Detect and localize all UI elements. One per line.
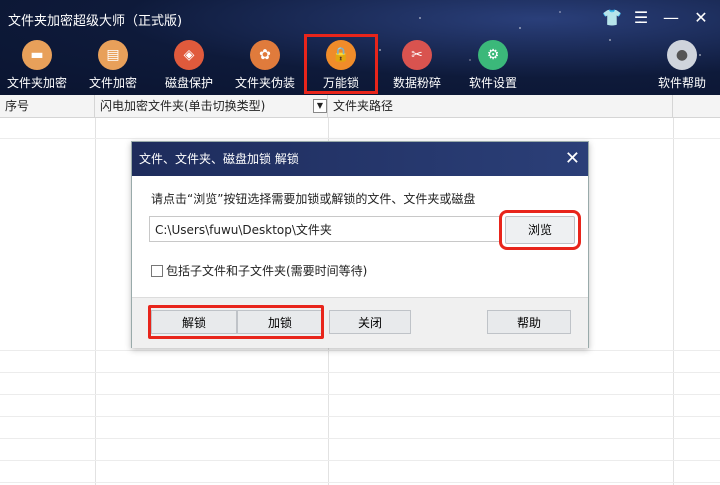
grid-divider — [673, 118, 674, 485]
unlock-button[interactable]: 解锁 — [151, 310, 237, 334]
folder-icon: ▬ — [22, 40, 52, 70]
scissors-icon: ✂ — [402, 40, 432, 70]
toolbar-settings[interactable]: ⚙ 软件设置 — [458, 40, 528, 91]
close-icon[interactable]: ✕ — [692, 8, 710, 27]
grid-row-line — [0, 138, 720, 139]
grid-header: 序号 闪电加密文件夹(单击切换类型) ▼ 文件夹路径 — [0, 95, 720, 118]
toolbar-data-shred[interactable]: ✂ 数据粉碎 — [382, 40, 452, 91]
include-subfolders-checkbox[interactable]: 包括子文件和子文件夹(需要时间等待) — [151, 262, 367, 279]
col-header-empty — [673, 95, 720, 117]
close-icon[interactable]: ✕ — [565, 142, 580, 176]
chevron-down-icon[interactable]: ▼ — [313, 99, 327, 113]
grid-row-line — [0, 394, 720, 395]
shield-icon: ◈ — [174, 40, 204, 70]
checkbox-label: 包括子文件和子文件夹(需要时间等待) — [166, 264, 368, 278]
dialog-hint: 请点击“浏览”按钮选择需要加锁或解锁的文件、文件夹或磁盘 — [151, 192, 476, 206]
shirt-icon[interactable]: 👕 — [602, 8, 622, 27]
browse-button[interactable]: 浏览 — [499, 210, 581, 250]
grid-row-line — [0, 460, 720, 461]
dialog-button-bar: 解锁 加锁 关闭 帮助 — [132, 297, 588, 348]
dialog-titlebar: 文件、文件夹、磁盘加锁 解锁 ✕ — [132, 142, 588, 176]
grid-divider — [95, 118, 96, 485]
grid-row-line — [0, 416, 720, 417]
grid-row-line — [0, 372, 720, 373]
toolbar-folder-encrypt[interactable]: ▬ 文件夹加密 — [2, 40, 72, 91]
col-header-folder[interactable]: 闪电加密文件夹(单击切换类型) — [95, 95, 328, 117]
toolbar-universal-lock[interactable]: 🔒 万能锁 — [304, 34, 378, 94]
col-header-path[interactable]: 文件夹路径 — [328, 95, 673, 117]
help-button[interactable]: 帮助 — [487, 310, 571, 334]
lock-dialog: 文件、文件夹、磁盘加锁 解锁 ✕ 请点击“浏览”按钮选择需要加锁或解锁的文件、文… — [131, 141, 589, 348]
toolbar-help[interactable]: ● 软件帮助 — [647, 40, 717, 91]
grid-row-line — [0, 438, 720, 439]
toolbar-disk-protect[interactable]: ◈ 磁盘保护 — [154, 40, 224, 91]
grid-row-line — [0, 482, 720, 483]
col-header-index[interactable]: 序号 — [0, 95, 95, 117]
lock-icon: 🔒 — [326, 40, 356, 70]
user-icon: ● — [667, 40, 697, 70]
close-button[interactable]: 关闭 — [329, 310, 411, 334]
document-icon: ▤ — [98, 40, 128, 70]
checkbox-icon[interactable] — [151, 264, 163, 277]
gear-icon: ⚙ — [478, 40, 508, 70]
title-bar: 文件夹加密超级大师（正式版) 👕 ☰ — ✕ ▬ 文件夹加密 ▤ 文件加密 ◈ … — [0, 0, 720, 95]
toolbar-file-encrypt[interactable]: ▤ 文件加密 — [78, 40, 148, 91]
palette-icon: ✿ — [250, 40, 280, 70]
grid-row-line — [0, 350, 720, 351]
window-controls: 👕 ☰ — ✕ — [602, 8, 710, 27]
app-title: 文件夹加密超级大师（正式版) — [8, 14, 183, 29]
menu-icon[interactable]: ☰ — [632, 8, 650, 27]
lock-button[interactable]: 加锁 — [237, 310, 323, 334]
path-input[interactable] — [149, 216, 501, 242]
minimize-icon[interactable]: — — [662, 8, 680, 27]
toolbar-folder-disguise[interactable]: ✿ 文件夹伪装 — [230, 40, 300, 91]
dialog-title: 文件、文件夹、磁盘加锁 解锁 — [139, 152, 299, 166]
